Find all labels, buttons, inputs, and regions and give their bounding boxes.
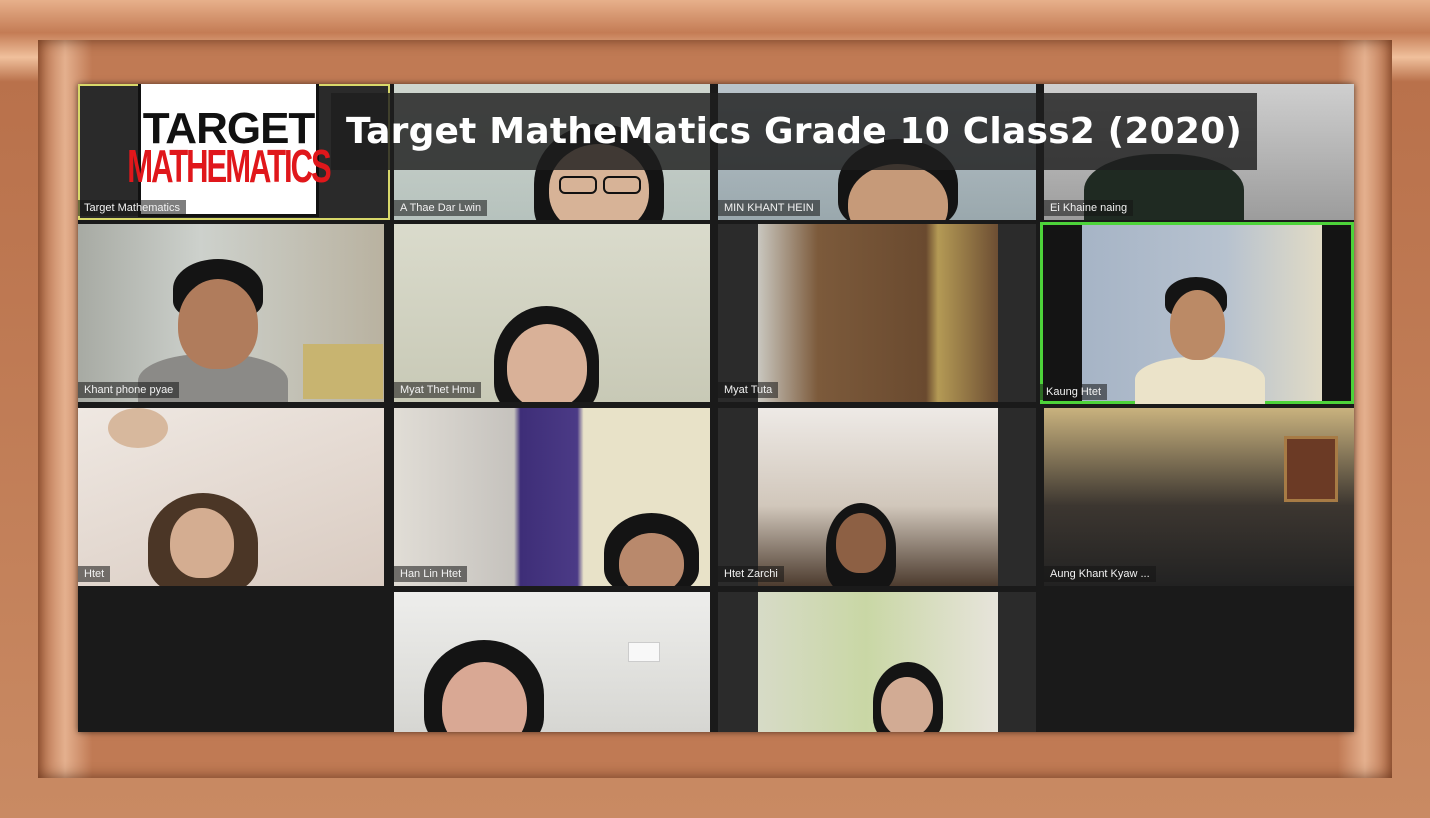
participant-tile-active-speaker[interactable]: Kaung Htet [1040, 222, 1354, 404]
glasses-shape [559, 176, 597, 194]
ceiling-light-shape [108, 408, 168, 448]
face-shape [178, 279, 258, 369]
video-gallery: TARGET MATHEMATICS Target Mathematics A … [78, 84, 1354, 732]
cushion-shape [303, 344, 383, 399]
participant-name: Myat Tuta [718, 382, 779, 398]
target-mathematics-logo: TARGET MATHEMATICS [127, 84, 332, 217]
body-shape [1135, 357, 1265, 404]
participant-tile[interactable]: Myat Tuta [718, 224, 1036, 402]
participant-tile[interactable]: Htet [78, 408, 384, 586]
participant-tile[interactable]: Han Lin Htet [394, 408, 710, 586]
participant-tile[interactable] [394, 592, 710, 732]
participant-name: Ei Khaine naing [1044, 200, 1134, 216]
participant-name: MIN KHANT HEIN [718, 200, 820, 216]
participant-name: Htet Zarchi [718, 566, 784, 582]
participant-tile[interactable] [718, 592, 1036, 732]
participant-tile[interactable]: Aung Khant Kyaw ... [1044, 408, 1354, 586]
picture-frame-shape [1284, 436, 1338, 502]
wall-switch-shape [628, 642, 660, 662]
face-shape [836, 513, 886, 573]
glasses-shape [603, 176, 641, 194]
face-shape [881, 677, 933, 732]
face-shape [170, 508, 234, 578]
participant-tile[interactable]: Myat Thet Hmu [394, 224, 710, 402]
participant-name: Target Mathematics [78, 200, 186, 216]
participant-name: A Thae Dar Lwin [394, 200, 488, 216]
class-title-banner: Target MatheMatics Grade 10 Class2 (2020… [331, 93, 1257, 170]
participant-name: Htet [78, 566, 111, 582]
participant-tile[interactable]: Htet Zarchi [718, 408, 1036, 586]
door-shape [758, 224, 998, 402]
participant-name: Han Lin Htet [394, 566, 468, 582]
face-shape [1170, 290, 1225, 360]
participant-tile[interactable]: Khant phone pyae [78, 224, 384, 402]
face-shape [507, 324, 587, 402]
participant-name: Myat Thet Hmu [394, 382, 481, 398]
participant-name: Kaung Htet [1040, 384, 1108, 400]
participant-name: Khant phone pyae [78, 382, 180, 398]
participant-name: Aung Khant Kyaw ... [1044, 566, 1156, 582]
face-shape [619, 533, 684, 586]
